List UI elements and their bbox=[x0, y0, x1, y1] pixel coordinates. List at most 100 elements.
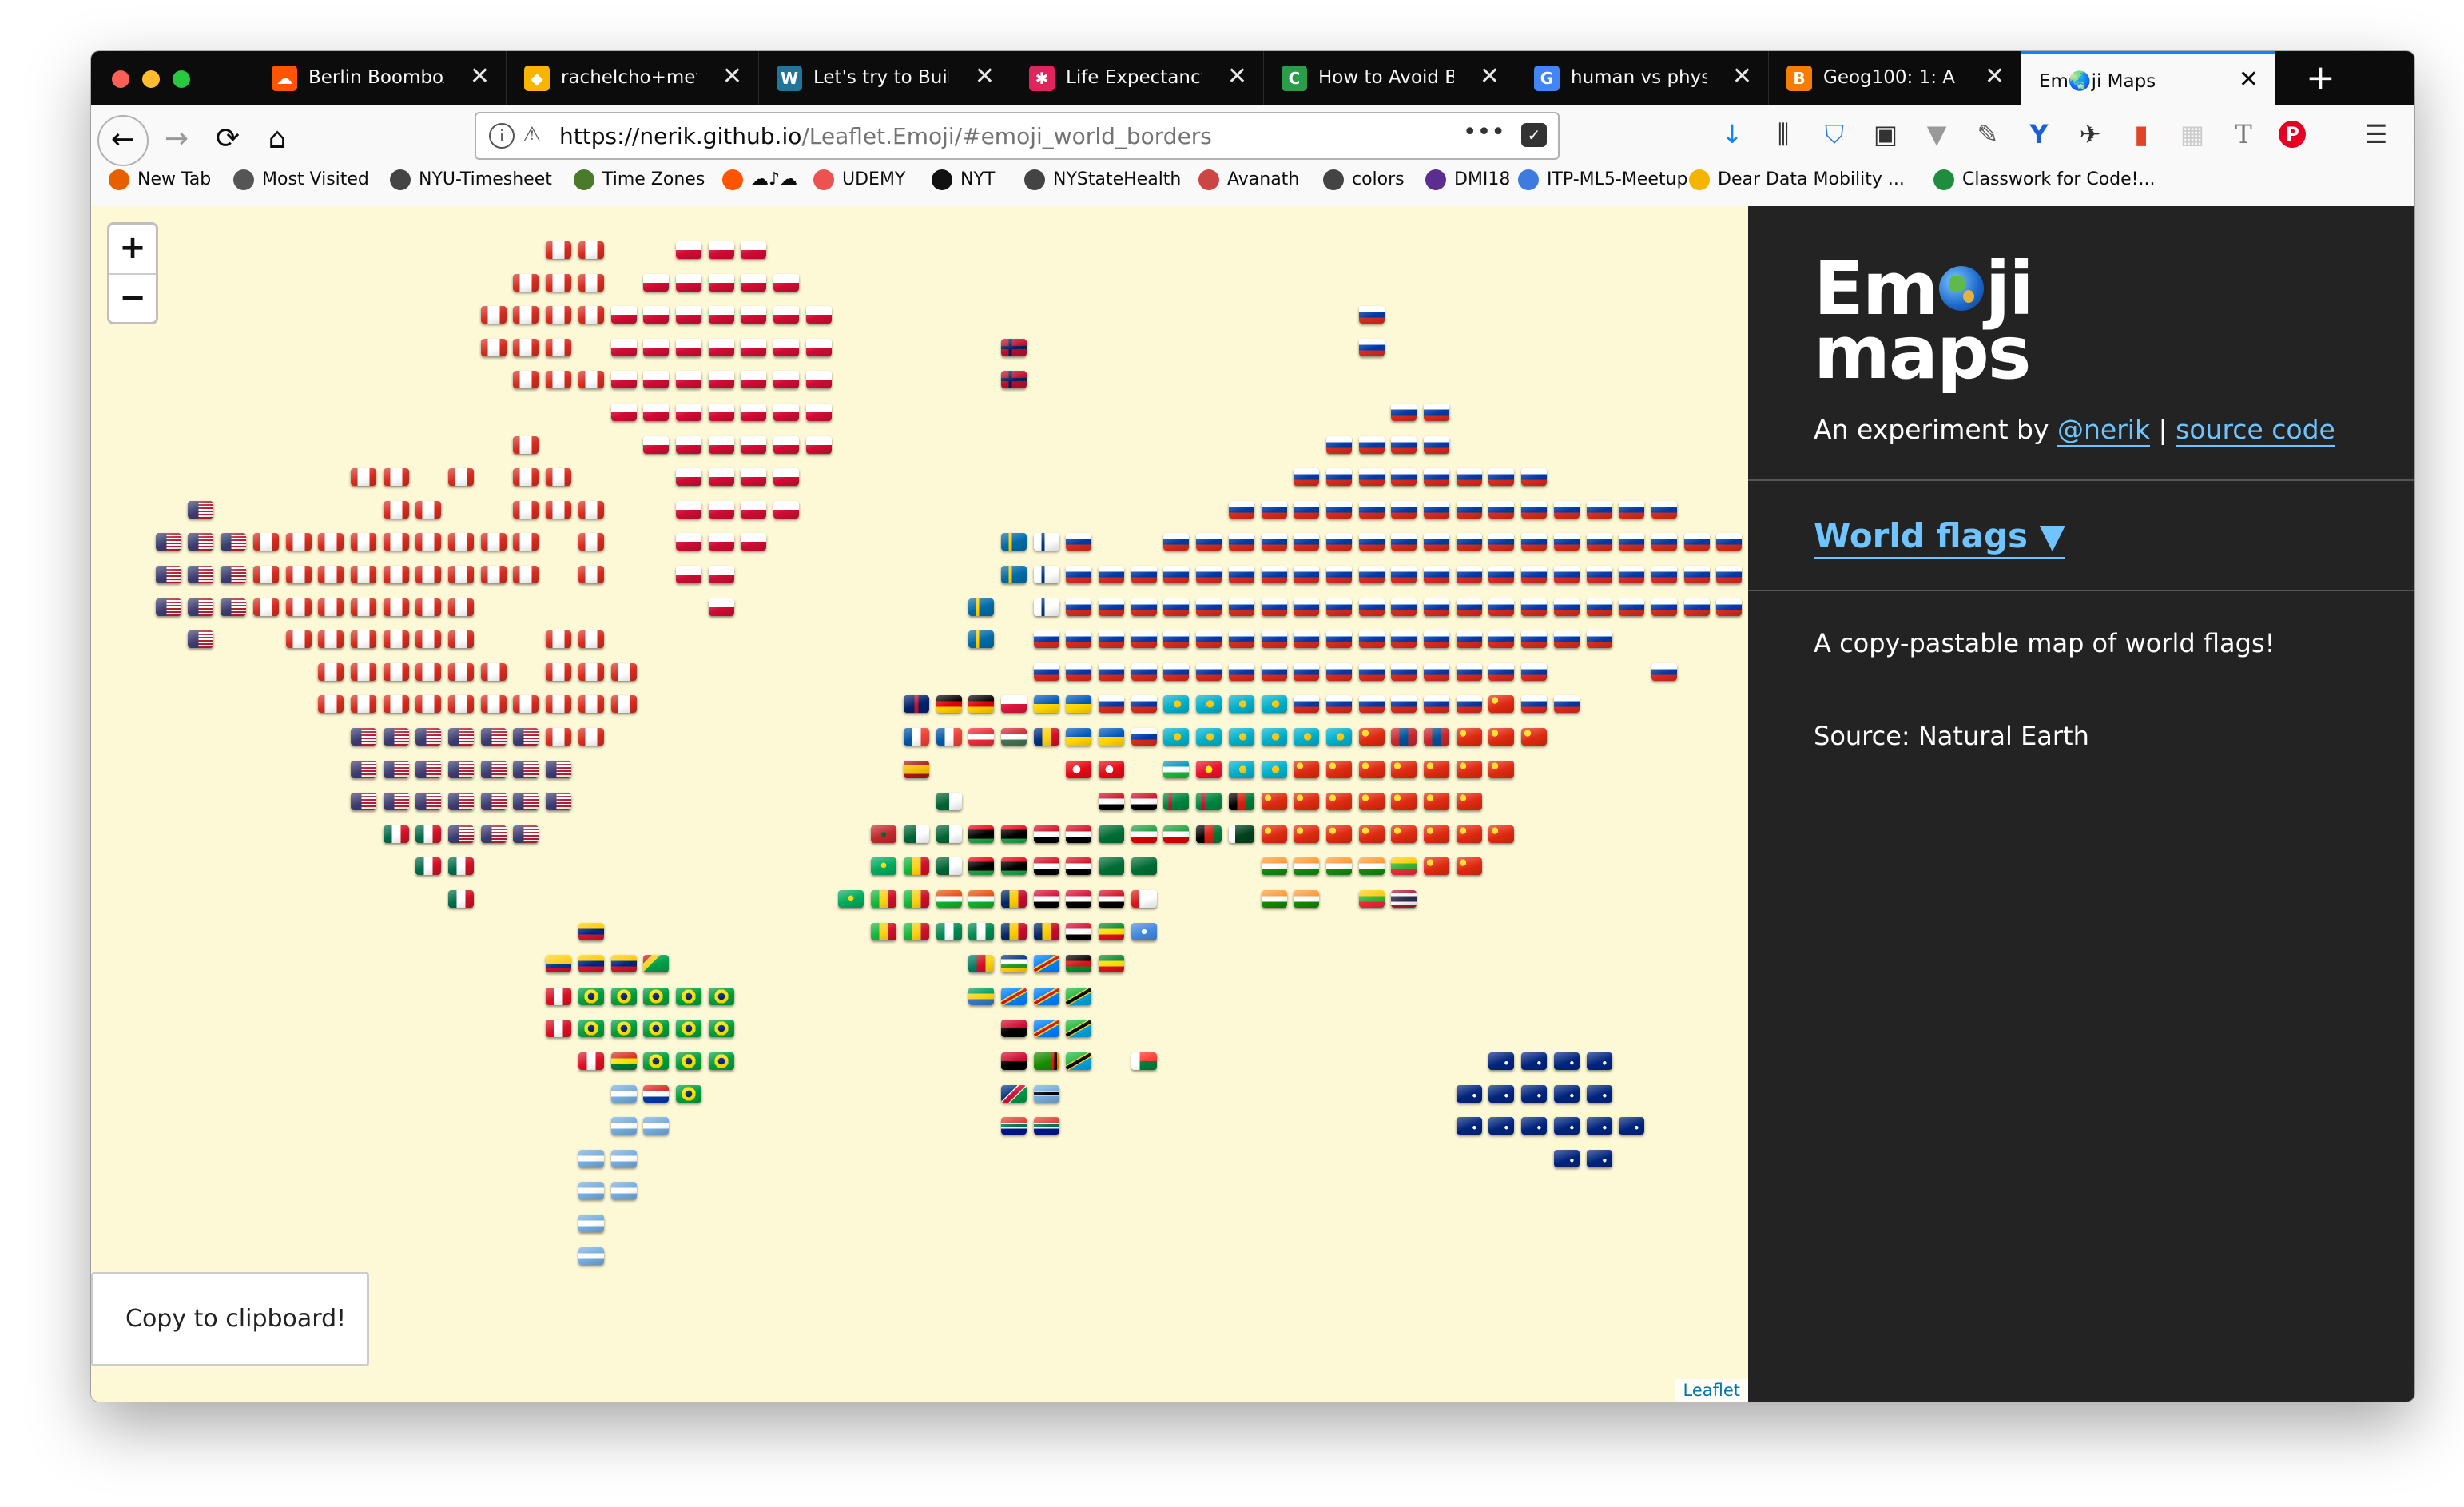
close-tab-icon[interactable]: ✕ bbox=[2239, 66, 2259, 93]
bookmark-item[interactable]: NYStateHealth bbox=[1024, 169, 1181, 198]
flag-fi bbox=[1034, 598, 1059, 616]
flag-ly bbox=[968, 857, 994, 875]
text-extension-icon[interactable]: T bbox=[2228, 118, 2259, 150]
flag-se bbox=[968, 598, 994, 616]
bookmark-item[interactable]: NYT bbox=[932, 169, 995, 198]
flag-ca bbox=[415, 695, 441, 713]
flag-gy bbox=[643, 955, 669, 972]
flag-ca bbox=[481, 339, 507, 356]
flag-ca bbox=[448, 533, 474, 551]
flag-in bbox=[1262, 890, 1287, 908]
flag-ca bbox=[546, 501, 571, 519]
flag-mn bbox=[1391, 728, 1417, 746]
copy-to-clipboard-button[interactable]: Copy to clipboard! bbox=[91, 1272, 369, 1366]
eyedropper-icon[interactable]: ✎ bbox=[1972, 118, 2004, 150]
flag-in bbox=[1294, 890, 1319, 908]
zoom-out-button[interactable]: − bbox=[109, 273, 156, 324]
browser-tab[interactable]: Em🌏ji Maps ✕ bbox=[2021, 51, 2275, 105]
close-tab-icon[interactable]: ✕ bbox=[1732, 62, 1752, 90]
globe-icon bbox=[1323, 169, 1344, 190]
url-text[interactable]: https://nerik.github.io/Leaflet.Emoji/#e… bbox=[559, 123, 1212, 149]
pocket-icon[interactable]: ✓ bbox=[1521, 123, 1547, 147]
bookmark-item[interactable]: UDEMY bbox=[813, 169, 905, 198]
browser-tab[interactable]: ☁ Berlin Boombox Mix ✕ bbox=[254, 51, 507, 105]
sidebar-icon[interactable]: ▣ bbox=[1870, 118, 1902, 150]
flag-ru bbox=[1424, 468, 1449, 486]
flag-ru bbox=[1521, 501, 1547, 519]
forward-button[interactable]: → bbox=[157, 115, 197, 163]
flag-cn bbox=[1457, 825, 1482, 843]
flag-us bbox=[448, 761, 474, 778]
leaflet-attribution-link[interactable]: Leaflet bbox=[1675, 1379, 1748, 1402]
flag-ca bbox=[286, 630, 312, 648]
flag-ca bbox=[415, 566, 441, 583]
tab-title: Geog100: 1: A Geo bbox=[1823, 67, 1959, 88]
flag-gl bbox=[676, 533, 701, 551]
back-button[interactable]: ← bbox=[97, 115, 149, 166]
flag-ca bbox=[351, 598, 376, 616]
bookmark-item[interactable]: ITP-ML5-Meetup bbox=[1518, 169, 1687, 198]
reload-button[interactable]: ⟳ bbox=[208, 115, 248, 163]
new-tab-button[interactable]: + bbox=[2306, 58, 2335, 98]
maximize-window-button[interactable] bbox=[173, 70, 190, 88]
bookmark-item[interactable]: Avanath bbox=[1198, 169, 1299, 198]
browser-tab[interactable]: ◆ rachelcho+metrics ✕ bbox=[507, 51, 759, 105]
rocket-extension-icon[interactable]: ✈ bbox=[2074, 118, 2106, 150]
browser-tab[interactable]: ✱ Life Expectancy Wo ✕ bbox=[1011, 51, 1264, 105]
browser-tab[interactable]: W Let's try to Build a ✕ bbox=[759, 51, 1011, 105]
battery-extension-icon[interactable]: ▮ bbox=[2125, 118, 2157, 150]
url-bar[interactable]: i ⚠ https://nerik.github.io/Leaflet.Emoj… bbox=[475, 112, 1560, 160]
flag-ca bbox=[286, 533, 312, 551]
grid-extension-icon[interactable]: ▦ bbox=[2176, 118, 2208, 150]
flag-ca bbox=[578, 501, 604, 519]
pinterest-icon[interactable]: P bbox=[2279, 121, 2306, 148]
downloads-icon[interactable]: ↓ bbox=[1716, 118, 1748, 150]
browser-tab[interactable]: C How to Avoid Being ✕ bbox=[1264, 51, 1516, 105]
menu-icon[interactable]: ☰ bbox=[2360, 118, 2392, 150]
flag-ca bbox=[415, 598, 441, 616]
bookmark-item[interactable]: DMI18 bbox=[1425, 169, 1510, 198]
close-tab-icon[interactable]: ✕ bbox=[722, 62, 742, 90]
bookmark-item[interactable]: colors bbox=[1323, 169, 1405, 198]
flag-kz bbox=[1163, 695, 1189, 713]
flag-ca bbox=[351, 533, 376, 551]
flag-bw bbox=[1034, 1085, 1059, 1103]
bookmark-item[interactable]: Most Visited bbox=[233, 169, 369, 198]
minimize-window-button[interactable] bbox=[142, 70, 160, 88]
bookmark-item[interactable]: New Tab bbox=[109, 169, 211, 198]
flag-ru bbox=[1554, 695, 1580, 713]
shield-extension-icon[interactable]: ⛉ bbox=[1818, 118, 1850, 150]
bookmark-item[interactable]: Time Zones bbox=[574, 169, 705, 198]
home-button[interactable]: ⌂ bbox=[257, 115, 297, 163]
close-tab-icon[interactable]: ✕ bbox=[1985, 62, 2005, 90]
close-tab-icon[interactable]: ✕ bbox=[1227, 62, 1247, 90]
flag-ao bbox=[1001, 1020, 1027, 1037]
vue-extension-icon[interactable]: ▼ bbox=[1921, 118, 1953, 150]
close-tab-icon[interactable]: ✕ bbox=[975, 62, 995, 90]
layer-selector[interactable]: World flags ▼ bbox=[1814, 516, 2065, 559]
flag-ir bbox=[1163, 825, 1189, 843]
browser-tab[interactable]: Ghuman vs physical ✕ bbox=[1516, 51, 1769, 105]
emoji-map[interactable]: + − Copy to clipboard! Leaflet bbox=[91, 206, 1748, 1402]
close-tab-icon[interactable]: ✕ bbox=[470, 62, 490, 90]
flag-us bbox=[221, 598, 246, 616]
flag-gl bbox=[806, 371, 832, 388]
library-icon[interactable]: ⫼ bbox=[1767, 118, 1799, 150]
yoroi-extension-icon[interactable]: Y bbox=[2023, 118, 2055, 150]
source-code-link[interactable]: source code bbox=[2176, 414, 2335, 447]
flag-ca bbox=[578, 274, 604, 292]
zoom-in-button[interactable]: + bbox=[109, 225, 156, 273]
bookmark-item[interactable]: NYU-Timesheet bbox=[390, 169, 552, 198]
bookmark-item[interactable]: Dear Data Mobility ... bbox=[1689, 169, 1905, 198]
bookmark-item[interactable]: ☁♪☁ bbox=[722, 169, 797, 198]
author-link[interactable]: @nerik bbox=[2057, 414, 2151, 447]
flag-br bbox=[676, 1085, 701, 1103]
flag-cd bbox=[1034, 988, 1059, 1005]
close-tab-icon[interactable]: ✕ bbox=[1480, 62, 1500, 90]
bookmark-item[interactable]: Classwork for Code!... bbox=[1933, 169, 2155, 198]
browser-tab[interactable]: B Geog100: 1: A Geo ✕ bbox=[1769, 51, 2021, 105]
insecure-lock-icon[interactable]: ⚠ bbox=[523, 123, 541, 147]
site-info-icon[interactable]: i bbox=[489, 123, 515, 149]
page-actions-icon[interactable]: ••• bbox=[1463, 118, 1505, 146]
close-window-button[interactable] bbox=[112, 70, 129, 88]
